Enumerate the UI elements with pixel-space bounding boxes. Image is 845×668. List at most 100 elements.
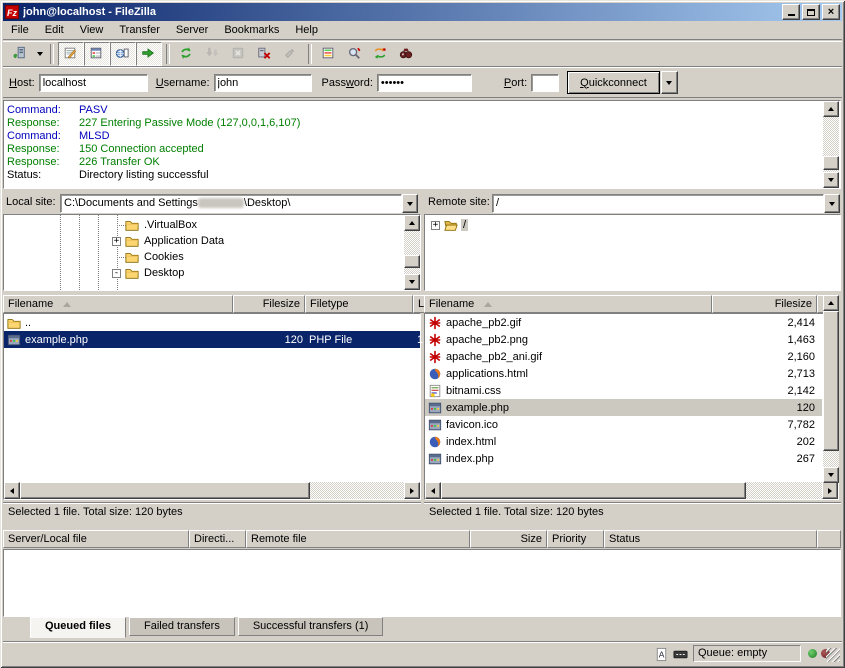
scroll-down-button[interactable]	[823, 172, 839, 188]
scroll-up-button[interactable]	[823, 295, 839, 311]
queue-column-server-local-file[interactable]: Server/Local file	[3, 530, 189, 548]
local-tree-toggle-button[interactable]	[84, 42, 110, 66]
column-header-filename[interactable]: Filename	[424, 295, 712, 313]
file-row-applications-html[interactable]: applications.html2,713	[425, 365, 822, 382]
password-input[interactable]	[377, 74, 472, 92]
column-header-filename[interactable]: Filename	[3, 295, 233, 313]
remote-directory-tree[interactable]: +/	[424, 214, 841, 291]
tab-queued-files[interactable]: Queued files	[30, 617, 126, 638]
column-header-filesize[interactable]: Filesize	[712, 295, 817, 313]
file-row-example-php[interactable]: example.php120	[425, 399, 822, 416]
tree-item-application-data[interactable]: +Application Data	[112, 233, 226, 249]
scroll-thumb[interactable]	[823, 156, 839, 170]
username-input[interactable]	[214, 74, 312, 92]
tree-item--virtualbox[interactable]: .VirtualBox	[112, 217, 199, 233]
tree-item-root[interactable]: +/	[431, 217, 468, 233]
port-label: Port:	[504, 77, 527, 89]
tab-failed-transfers[interactable]: Failed transfers	[129, 617, 235, 636]
queue-column-size[interactable]: Size	[470, 530, 547, 548]
close-button[interactable]: ×	[822, 4, 840, 20]
directory-comparison-button[interactable]	[342, 42, 368, 66]
refresh-button[interactable]	[174, 42, 200, 66]
message-log-toggle-button[interactable]	[58, 42, 84, 66]
queue-column-priority[interactable]: Priority	[547, 530, 604, 548]
queue-panel[interactable]	[3, 549, 841, 617]
scroll-down-button[interactable]	[404, 274, 420, 290]
arrow-up-icon	[828, 104, 834, 111]
remote-site-dropdown-button[interactable]	[824, 194, 840, 213]
local-site-dropdown-button[interactable]	[402, 194, 418, 213]
expand-icon[interactable]: +	[112, 237, 121, 246]
scroll-thumb[interactable]	[823, 311, 839, 451]
queue-column-spacer[interactable]	[817, 530, 841, 548]
find-files-button[interactable]	[394, 42, 420, 66]
host-input[interactable]	[39, 74, 148, 92]
menu-help[interactable]: Help	[287, 22, 326, 38]
quickconnect-dropdown-button[interactable]	[661, 71, 678, 94]
local-tree-toggle-icon	[89, 46, 105, 62]
file-row-index-html[interactable]: index.html202	[425, 433, 822, 450]
scroll-thumb[interactable]	[20, 482, 310, 499]
queue-column-remote-file[interactable]: Remote file	[246, 530, 470, 548]
filename-filters-button[interactable]	[316, 42, 342, 66]
resize-grip[interactable]	[826, 648, 840, 662]
minimize-button[interactable]	[782, 4, 800, 20]
transfer-queue-toggle-button[interactable]	[136, 42, 162, 66]
synchronized-browsing-button[interactable]	[368, 42, 394, 66]
file-row-apache-pb2-png[interactable]: apache_pb2.png1,463	[425, 331, 822, 348]
menu-view[interactable]: View	[72, 22, 112, 38]
remote-site-combo[interactable]: /	[492, 194, 840, 213]
scroll-left-button[interactable]	[425, 482, 441, 499]
local-file-list[interactable]: ..example.php120PHP File1	[3, 313, 421, 500]
scroll-right-button[interactable]	[404, 482, 420, 499]
queue-column-label: Status	[609, 533, 640, 545]
column-header-filesize[interactable]: Filesize	[233, 295, 305, 313]
queue-column-status[interactable]: Status	[604, 530, 817, 548]
file-row-favicon-ico[interactable]: favicon.ico7,782	[425, 416, 822, 433]
scroll-thumb[interactable]	[404, 255, 420, 268]
local-tree-vscrollbar[interactable]	[404, 215, 420, 290]
menu-edit[interactable]: Edit	[37, 22, 72, 38]
scroll-up-button[interactable]	[823, 101, 839, 117]
tree-item-desktop[interactable]: -Desktop	[112, 265, 186, 281]
local-directory-tree[interactable]: .VirtualBox+Application DataCookies-Desk…	[3, 214, 421, 291]
quickconnect-button[interactable]: Quickconnect	[567, 71, 660, 94]
local-list-hscrollbar[interactable]	[4, 482, 420, 499]
remote-tree-toggle-button[interactable]	[110, 42, 136, 66]
scroll-thumb[interactable]	[441, 482, 746, 499]
file-row--[interactable]: ..	[4, 314, 420, 331]
tab-successful-transfers-1-[interactable]: Successful transfers (1)	[238, 617, 384, 636]
remote-list-vscrollbar[interactable]	[823, 295, 839, 483]
maximize-button[interactable]	[802, 4, 820, 20]
remote-file-list[interactable]: apache_pb2.gif2,414apache_pb2.png1,463ap…	[424, 313, 839, 500]
local-site-combo[interactable]: C:\Documents and Settings\Desktop\	[60, 194, 418, 213]
site-manager-button[interactable]	[7, 42, 33, 66]
log-line-label: Command:	[7, 104, 79, 117]
file-row-index-php[interactable]: index.php267	[425, 450, 822, 467]
queue-column-directi-[interactable]: Directi...	[189, 530, 246, 548]
port-input[interactable]	[531, 74, 559, 92]
menu-file[interactable]: File	[3, 22, 37, 38]
disconnect-button[interactable]	[252, 42, 278, 66]
menu-bookmarks[interactable]: Bookmarks	[216, 22, 287, 38]
filename-text: example.php	[25, 334, 88, 346]
collapse-icon[interactable]: -	[112, 269, 121, 278]
scroll-down-button[interactable]	[823, 467, 839, 483]
tree-item-cookies[interactable]: Cookies	[112, 249, 186, 265]
message-log-lines: Command:PASVResponse:227 Entering Passiv…	[7, 104, 820, 186]
menu-server[interactable]: Server	[168, 22, 216, 38]
column-header-filetype[interactable]: Filetype	[305, 295, 413, 313]
scroll-up-button[interactable]	[404, 215, 420, 231]
expand-icon[interactable]: +	[431, 221, 440, 230]
scroll-right-button[interactable]	[822, 482, 838, 499]
menu-transfer[interactable]: Transfer	[111, 22, 168, 38]
remote-list-hscrollbar[interactable]	[425, 482, 838, 499]
message-log-scrollbar[interactable]	[823, 101, 839, 188]
file-row-apache-pb2-gif[interactable]: apache_pb2.gif2,414	[425, 314, 822, 331]
scroll-left-button[interactable]	[4, 482, 20, 499]
titlebar[interactable]: Fz john@localhost - FileZilla ×	[3, 3, 842, 21]
site-manager-dropdown-button[interactable]	[33, 43, 46, 65]
file-row-example-php[interactable]: example.php120PHP File1	[4, 331, 420, 348]
file-row-bitnami-css[interactable]: bitnami.css2,142	[425, 382, 822, 399]
file-row-apache-pb2-ani-gif[interactable]: apache_pb2_ani.gif2,160	[425, 348, 822, 365]
